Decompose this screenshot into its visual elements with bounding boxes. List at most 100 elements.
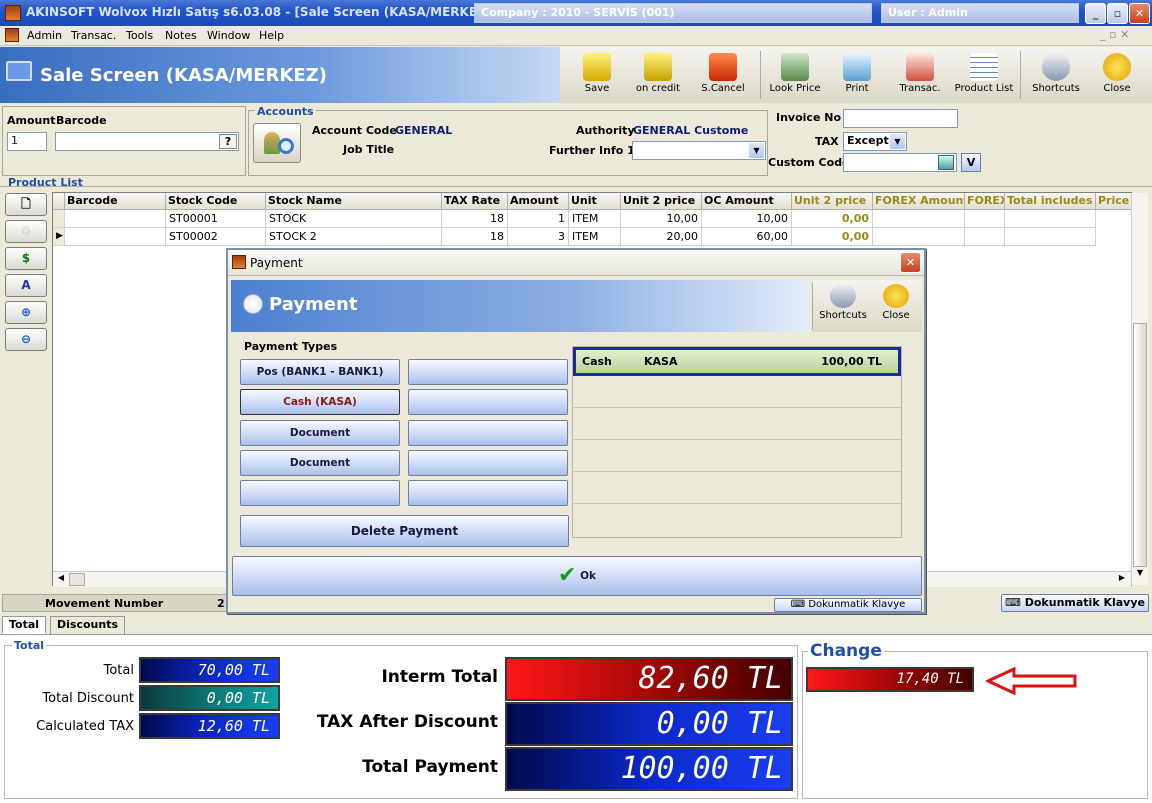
further-info-select[interactable]: ▼ [632, 141, 766, 160]
save-button[interactable]: Save [570, 47, 624, 103]
touch-keyboard-button[interactable]: ⌨ Dokunmatik Klavye [1001, 594, 1149, 612]
amount-input[interactable]: 1 [7, 132, 47, 151]
col-forex[interactable]: FOREX [965, 193, 1005, 210]
account-search-button[interactable] [253, 123, 301, 163]
dialog-close-icon[interactable]: ✕ [900, 252, 921, 273]
table-cell[interactable]: ITEM [569, 210, 621, 228]
col-forex-amount[interactable]: FOREX Amount [873, 193, 965, 210]
minimize-icon[interactable]: _ [1085, 3, 1106, 24]
col-stock-name[interactable]: Stock Name [266, 193, 442, 210]
decrease-button[interactable]: ⊖ [5, 328, 47, 351]
table-cell[interactable]: 3 [508, 228, 569, 246]
tab-total[interactable]: Total [2, 616, 47, 634]
close-button[interactable]: Close [1094, 47, 1140, 103]
barcode-help-button[interactable]: ? [219, 134, 237, 149]
menu-transac[interactable]: Transac. [71, 29, 116, 42]
payment-close-button[interactable]: Close [874, 280, 918, 332]
table-cell[interactable]: 20,00 [621, 228, 702, 246]
menu-tools[interactable]: Tools [126, 29, 153, 42]
vertical-scrollbar[interactable]: ▼ [1131, 193, 1148, 585]
on-credit-button[interactable]: on credit [630, 47, 686, 103]
payment-type-document-button[interactable]: Document [240, 420, 400, 446]
table-cell[interactable]: STOCK [266, 210, 442, 228]
increase-button[interactable]: ⊕ [5, 301, 47, 324]
scroll-thumb[interactable] [69, 573, 85, 586]
mdi-controls-icon[interactable]: _ ▫ ✕ [1100, 28, 1129, 41]
menu-help[interactable]: Help [259, 29, 284, 42]
payment-shortcuts-button[interactable]: Shortcuts [816, 280, 870, 332]
table-cell[interactable]: 0,00 [792, 210, 873, 228]
look-price-button[interactable]: Look Price [764, 47, 826, 103]
table-cell[interactable]: ITEM [569, 228, 621, 246]
table-cell[interactable]: 10,00 [702, 210, 792, 228]
table-cell[interactable] [65, 210, 166, 228]
col-oc-amount[interactable]: OC Amount [702, 193, 792, 210]
table-cell[interactable]: STOCK 2 [266, 228, 442, 246]
table-cell[interactable]: 60,00 [702, 228, 792, 246]
table-cell[interactable]: 0,00 [792, 228, 873, 246]
maximize-icon[interactable]: ▫ [1107, 3, 1128, 24]
shortcuts-button[interactable]: Shortcuts [1026, 47, 1086, 103]
ok-button[interactable]: ✔ Ok [232, 556, 922, 596]
close-icon[interactable]: ✕ [1129, 3, 1150, 24]
v-button[interactable]: V [961, 153, 981, 172]
barcode-input[interactable] [55, 132, 239, 151]
payment-type-empty-button[interactable] [408, 420, 568, 446]
payment-type-document-button[interactable]: Document [240, 450, 400, 476]
table-cell[interactable] [1005, 210, 1096, 228]
table-cell[interactable] [873, 228, 965, 246]
menu-admin[interactable]: Admin [27, 29, 62, 42]
payment-type-empty-button[interactable] [408, 450, 568, 476]
table-cell[interactable]: 10,00 [621, 210, 702, 228]
price-button[interactable]: $ [5, 247, 47, 270]
row-indicator[interactable] [53, 210, 65, 228]
payment-type-empty-button[interactable] [408, 480, 568, 506]
table-cell[interactable] [65, 228, 166, 246]
col-barcode[interactable]: Barcode [65, 193, 166, 210]
col-unit2-price-b[interactable]: Unit 2 price [792, 193, 873, 210]
font-button[interactable]: A [5, 274, 47, 297]
table-cell[interactable] [1005, 228, 1096, 246]
table-cell[interactable]: ST00002 [166, 228, 266, 246]
delete-payment-button[interactable]: Delete Payment [240, 515, 569, 547]
payment-type-empty-button[interactable] [408, 359, 568, 385]
payment-type-pos-button[interactable]: Pos (BANK1 - BANK1) [240, 359, 400, 385]
table-cell[interactable]: ST00001 [166, 210, 266, 228]
payment-type-empty-button[interactable] [240, 480, 400, 506]
table-cell[interactable] [965, 228, 1005, 246]
col-stock-code[interactable]: Stock Code [166, 193, 266, 210]
new-row-button[interactable]: 🗋 [5, 193, 47, 216]
scroll-right-icon[interactable]: ▶ [1115, 573, 1129, 586]
current-row-pointer-icon[interactable]: ▶ [53, 228, 65, 246]
col-unit[interactable]: Unit [569, 193, 621, 210]
tax-select[interactable]: Except ▼ [843, 132, 907, 151]
payment-type-cash-button[interactable]: Cash (KASA) [240, 389, 400, 415]
table-cell[interactable] [873, 210, 965, 228]
payment-entry-row[interactable]: Cash KASA 100,00 TL [573, 347, 901, 376]
col-amount[interactable]: Amount [508, 193, 569, 210]
scroll-left-icon[interactable]: ◀ [54, 573, 68, 586]
print-button[interactable]: Print [832, 47, 882, 103]
product-list-button[interactable]: Product List [952, 47, 1016, 103]
menu-window[interactable]: Window [207, 29, 250, 42]
table-cell[interactable]: 18 [442, 228, 508, 246]
table-cell[interactable]: 18 [442, 210, 508, 228]
payment-type-empty-button[interactable] [408, 389, 568, 415]
menu-notes[interactable]: Notes [165, 29, 197, 42]
col-unit2-price[interactable]: Unit 2 price [621, 193, 702, 210]
delete-row-button[interactable]: ♲ [5, 220, 47, 243]
col-tax-rate[interactable]: TAX Rate [442, 193, 508, 210]
payment-list[interactable]: Cash KASA 100,00 TL [572, 346, 902, 538]
calculator-icon[interactable] [938, 155, 954, 170]
dialog-touch-keyboard-button[interactable]: ⌨ Dokunmatik Klavye [774, 598, 922, 612]
scroll-thumb[interactable] [1133, 323, 1147, 567]
invoice-no-input[interactable] [843, 109, 958, 128]
table-cell[interactable]: 1 [508, 210, 569, 228]
sale-cancel-button[interactable]: S.Cancel [694, 47, 752, 103]
scroll-down-icon[interactable]: ▼ [1133, 568, 1147, 584]
tab-discounts[interactable]: Discounts [50, 616, 125, 634]
custom-code-input[interactable] [843, 153, 957, 172]
transac-button[interactable]: Transac. [894, 47, 946, 103]
col-total-includes[interactable]: Total includes [1005, 193, 1096, 210]
col-price[interactable]: Price [1096, 193, 1133, 210]
